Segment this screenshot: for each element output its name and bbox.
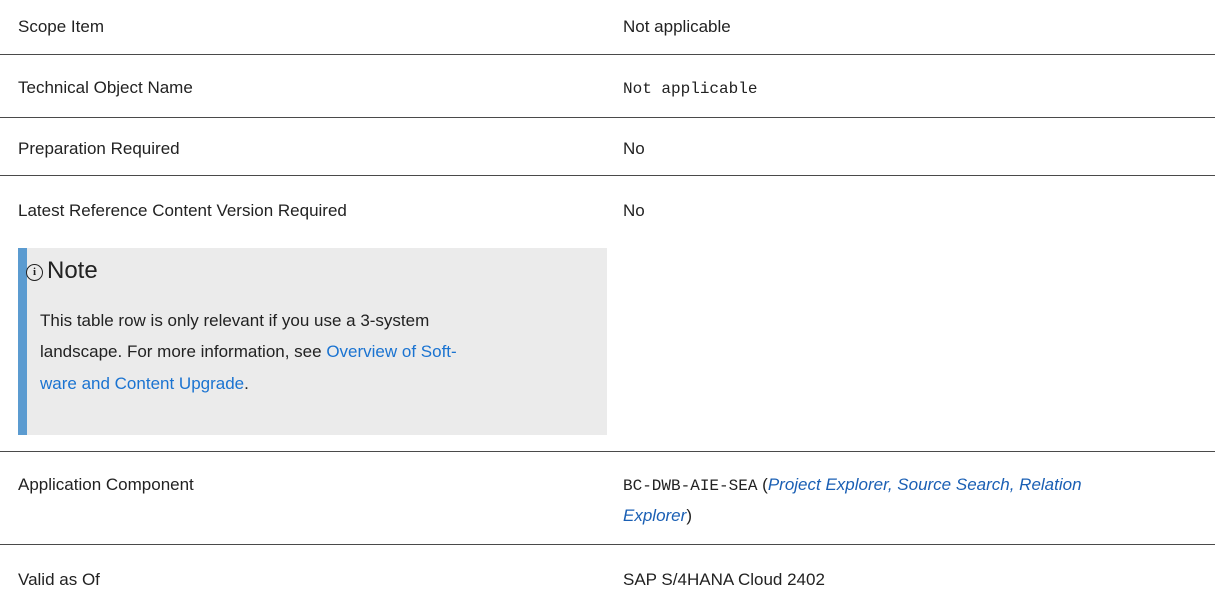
info-icon: i bbox=[26, 264, 43, 281]
overview-link-continued[interactable]: ware and Content Upgrade bbox=[40, 374, 244, 393]
component-description-link[interactable]: Project Explorer, Source Search, Relatio… bbox=[768, 475, 1082, 494]
overview-link[interactable]: Overview of Soft- bbox=[326, 342, 456, 361]
note-line-3-text: . bbox=[244, 374, 249, 393]
row-label-technical-object-name: Technical Object Name bbox=[18, 78, 193, 97]
row-label-preparation-required: Preparation Required bbox=[18, 139, 180, 158]
component-code: BC-DWB-AIE-SEA bbox=[623, 477, 758, 495]
row-separator bbox=[0, 117, 1215, 118]
note-line-3: ware and Content Upgrade. bbox=[40, 368, 600, 399]
row-value-application-component-line1: BC-DWB-AIE-SEA (Project Explorer, Source… bbox=[623, 470, 1082, 501]
note-title-text: Note bbox=[47, 257, 98, 284]
note-line-2-text: landscape. For more information, see bbox=[40, 342, 327, 361]
note-title: i Note bbox=[26, 256, 98, 286]
row-label-valid-as-of: Valid as Of bbox=[18, 570, 100, 589]
row-separator bbox=[0, 544, 1215, 545]
row-label-scope-item: Scope Item bbox=[18, 17, 104, 36]
row-value-valid-as-of: SAP S/4HANA Cloud 2402 bbox=[623, 570, 825, 589]
row-value-preparation-required: No bbox=[623, 139, 645, 158]
row-separator bbox=[0, 175, 1215, 176]
note-line-1: This table row is only relevant if you u… bbox=[40, 311, 430, 330]
row-label-application-component: Application Component bbox=[18, 475, 194, 494]
component-description-link-continued[interactable]: Explorer bbox=[623, 506, 686, 525]
row-value-application-component-line2: Explorer) bbox=[623, 501, 692, 531]
note-line-2: landscape. For more information, see Ove… bbox=[40, 336, 600, 367]
row-value-technical-object-name: Not applicable bbox=[623, 80, 758, 98]
row-label-latest-reference-content: Latest Reference Content Version Require… bbox=[18, 201, 347, 220]
row-separator bbox=[0, 451, 1215, 452]
row-value-latest-reference-content: No bbox=[623, 201, 645, 220]
close-paren: ) bbox=[686, 506, 692, 525]
row-separator bbox=[0, 54, 1215, 55]
row-value-scope-item: Not applicable bbox=[623, 17, 731, 36]
